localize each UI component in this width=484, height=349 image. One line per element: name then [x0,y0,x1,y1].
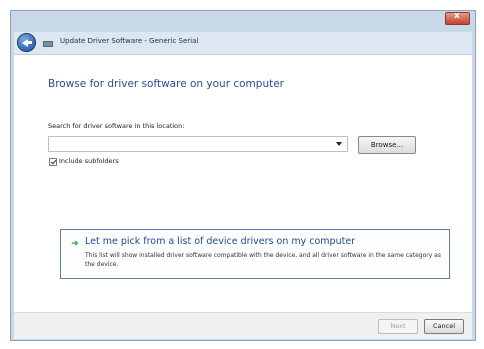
content-area: Browse for driver software on your compu… [14,54,472,313]
close-icon[interactable] [445,11,470,25]
search-location-label: Search for driver software in this locat… [48,122,185,130]
pick-from-list-title[interactable]: Let me pick from a list of device driver… [85,236,355,247]
dialog-window: Update Driver Software - Generic Serial … [10,10,476,341]
back-arrow-icon[interactable] [17,33,36,52]
pick-from-list-option[interactable]: ➜ Let me pick from a list of device driv… [60,229,450,279]
device-icon [43,41,53,47]
title-row: Update Driver Software - Generic Serial [14,32,472,54]
next-button[interactable]: Next [378,319,418,334]
include-subfolders-checkbox[interactable] [49,158,57,166]
pick-from-list-description: This list will show installed driver sof… [85,252,441,268]
dropdown-arrow-icon[interactable] [336,142,342,146]
include-subfolders-label[interactable]: Include subfolders [59,157,119,165]
cancel-button[interactable]: Cancel [424,319,464,334]
button-bar: Next Cancel [14,312,472,339]
title-bar[interactable] [11,11,475,33]
window-title: Update Driver Software - Generic Serial [60,37,199,45]
browse-button[interactable]: Browse... [358,136,416,154]
green-arrow-icon: ➜ [71,239,79,249]
driver-path-combobox[interactable] [48,136,348,152]
page-heading: Browse for driver software on your compu… [48,78,285,90]
